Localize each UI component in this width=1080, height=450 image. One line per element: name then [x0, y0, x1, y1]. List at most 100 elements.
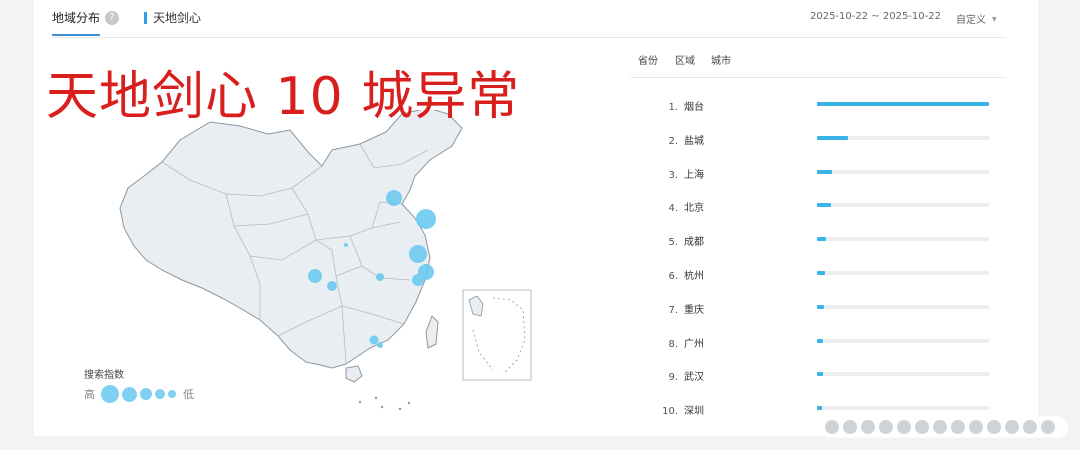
- rank-number: 8.: [668, 338, 678, 350]
- bubble-yantai: [416, 209, 436, 229]
- city-name: 重庆: [684, 304, 704, 316]
- ranking-label: 4. 北京: [662, 199, 704, 214]
- tab-region-distribution[interactable]: 地域分布 ?: [52, 9, 120, 26]
- city-name: 北京: [684, 203, 704, 215]
- legend-dot-lg: [122, 386, 137, 402]
- city-name: 杭州: [684, 270, 704, 282]
- index-bar-track: [817, 270, 989, 275]
- index-bar-fill: [817, 304, 824, 309]
- date-range[interactable]: 2025-10-22 ~ 2025-10-22: [810, 11, 941, 22]
- island-dot: [407, 401, 411, 405]
- rank-number: 4.: [668, 203, 678, 215]
- legend-low-label: 低: [183, 388, 194, 401]
- ranking-label: 3. 上海: [662, 166, 704, 181]
- rank-number: 3.: [668, 169, 678, 181]
- active-tab-indicator: [52, 34, 100, 36]
- ranking-row[interactable]: 3. 上海: [630, 160, 1006, 194]
- ranking-label: 8. 广州: [662, 335, 704, 350]
- bubble-hangzhou: [412, 274, 424, 286]
- tab-city[interactable]: 城市: [711, 52, 731, 67]
- index-bar-fill: [817, 203, 831, 208]
- index-bar-fill: [817, 169, 833, 174]
- rank-number: 5.: [668, 237, 678, 249]
- index-bar-track: [817, 372, 989, 377]
- legend-high-label: 高: [84, 388, 95, 401]
- custom-range-dropdown[interactable]: 自定义 ▼: [956, 11, 997, 26]
- map-legend: 搜索指数 高 低: [84, 366, 194, 403]
- ranking-label: 10. 深圳: [662, 402, 704, 417]
- legend-dot-xl: [101, 385, 119, 403]
- rank-number: 9.: [668, 372, 678, 384]
- index-bar-track: [817, 304, 989, 309]
- rank-number: 6.: [668, 270, 678, 282]
- tab-province[interactable]: 省份: [638, 52, 658, 67]
- watermark-blur: [820, 416, 1068, 438]
- city-name: 成都: [684, 237, 704, 249]
- index-bar-track: [817, 203, 989, 208]
- bubble-chongqing: [327, 281, 337, 291]
- island-dot: [398, 407, 402, 410]
- tab-area[interactable]: 区域: [675, 52, 695, 67]
- city-ranking-list: 1. 烟台 2. 盐城 3. 上海 4. 北京 5. 成都 6. 杭州 7. 重庆 8. 广州 9. 武汉 10. 深…: [630, 92, 1006, 430]
- legend-scale: 高 低: [84, 385, 194, 403]
- index-bar-fill: [817, 338, 824, 343]
- legend-dot-sm: [155, 389, 165, 399]
- bubble-guangzhou: [369, 335, 379, 345]
- custom-range-label: 自定义: [956, 15, 986, 26]
- index-bar-fill: [817, 135, 848, 140]
- bubble-wuhan: [376, 273, 384, 281]
- ranking-label: 5. 成都: [662, 233, 704, 248]
- tab-region-label: 地域分布: [52, 11, 101, 25]
- bubble-shenzhen: [377, 342, 383, 348]
- ranking-label: 1. 烟台: [662, 98, 704, 113]
- rank-number: 7.: [668, 304, 678, 316]
- index-bar-fill: [817, 406, 823, 411]
- city-name: 武汉: [684, 372, 704, 384]
- ranking-row[interactable]: 6. 杭州: [630, 261, 1006, 295]
- help-icon[interactable]: ?: [105, 10, 120, 25]
- ranking-label: 9. 武汉: [662, 368, 704, 383]
- bubble-chengdu: [308, 269, 322, 283]
- index-bar-track: [817, 406, 989, 411]
- rank-number: 1.: [668, 102, 678, 113]
- index-bar-track: [817, 338, 989, 343]
- bubble-yancheng: [409, 245, 427, 263]
- city-name: 深圳: [684, 406, 704, 418]
- bubble-small: [344, 243, 348, 247]
- index-bar-track: [817, 135, 989, 140]
- city-name: 盐城: [684, 135, 704, 147]
- city-name: 上海: [684, 169, 704, 181]
- bubble-beijing: [386, 190, 402, 206]
- keyword-color-bar: [144, 11, 147, 24]
- ranking-row[interactable]: 5. 成都: [630, 227, 1006, 261]
- headline-overlay: 天地剑心 10 城异常: [46, 67, 521, 127]
- ranking-row[interactable]: 7. 重庆: [630, 295, 1006, 329]
- region-level-tabs: 省份 区域 城市: [630, 52, 1006, 78]
- keyword-tag[interactable]: 天地剑心: [144, 9, 201, 26]
- taiwan-island: [425, 315, 439, 349]
- index-bar-fill: [817, 237, 827, 242]
- island-dot: [374, 396, 378, 400]
- index-bar-track: [817, 237, 989, 242]
- rank-number: 2.: [668, 135, 678, 147]
- ranking-row[interactable]: 2. 盐城: [630, 126, 1006, 160]
- index-bar-fill: [817, 270, 825, 275]
- ranking-label: 7. 重庆: [662, 301, 704, 316]
- rank-number: 10.: [662, 406, 678, 418]
- legend-dot-xs: [168, 390, 176, 398]
- index-bar-track: [817, 169, 989, 174]
- ranking-label: 6. 杭州: [662, 267, 704, 282]
- index-bar-track: [817, 102, 989, 106]
- ranking-row[interactable]: 9. 武汉: [630, 362, 1006, 396]
- city-name: 广州: [684, 338, 704, 350]
- ranking-row[interactable]: 1. 烟台: [630, 92, 1006, 126]
- tab-bar: 地域分布 ? 天地剑心 2025-10-22 ~ 2025-10-22 自定义 ▼: [52, 0, 1006, 38]
- south-china-sea-inset: [462, 289, 532, 381]
- index-bar-fill: [817, 102, 989, 106]
- south-china-sea-islands: [358, 396, 411, 410]
- ranking-row[interactable]: 4. 北京: [630, 193, 1006, 227]
- island-dot: [358, 400, 362, 404]
- index-bar-fill: [817, 372, 824, 377]
- ranking-row[interactable]: 8. 广州: [630, 329, 1006, 363]
- island-dot: [380, 405, 384, 409]
